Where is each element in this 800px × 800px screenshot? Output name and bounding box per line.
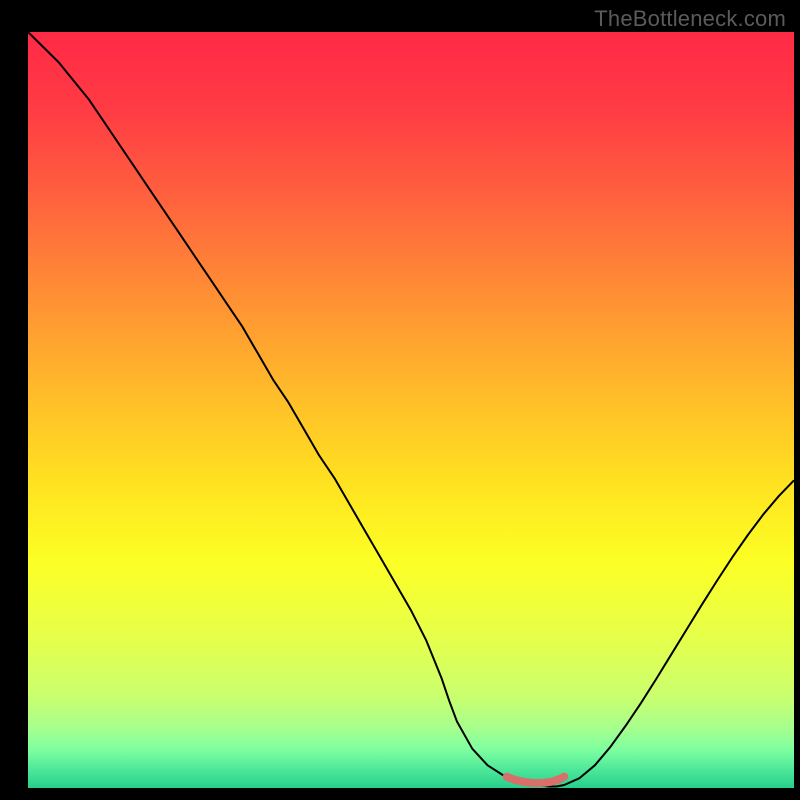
plot-area xyxy=(28,32,794,788)
chart-container: TheBottleneck.com xyxy=(0,0,800,800)
gradient-background xyxy=(28,32,794,788)
watermark-text: TheBottleneck.com xyxy=(594,6,786,32)
plot-svg xyxy=(28,32,794,788)
